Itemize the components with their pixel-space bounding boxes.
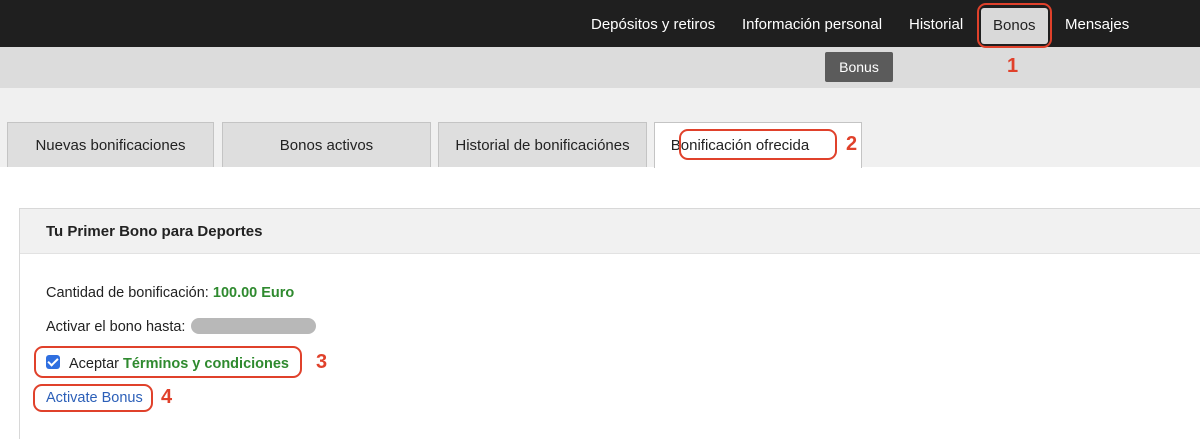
annotation-number-3: 3 bbox=[316, 351, 328, 373]
panel-title: Tu Primer Bono para Deportes bbox=[20, 209, 1200, 254]
terms-row: Aceptar Términos y condiciones bbox=[46, 355, 289, 372]
nav-mensajes[interactable]: Mensajes bbox=[1065, 0, 1129, 47]
annotation-number-2: 2 bbox=[846, 133, 858, 155]
bonus-subnav-button[interactable]: Bonus bbox=[825, 52, 893, 82]
annotation-number-4: 4 bbox=[161, 386, 173, 408]
redacted-date bbox=[191, 318, 317, 334]
bonus-amount-value: 100.00 Euro bbox=[212, 285, 295, 301]
accept-label: Aceptar bbox=[69, 356, 119, 372]
tab-bonos-activos[interactable]: Bonos activos bbox=[222, 122, 431, 167]
nav-historial[interactable]: Historial bbox=[909, 0, 963, 47]
top-navigation: Depósitos y retiros Información personal… bbox=[0, 0, 1200, 47]
terms-checkbox[interactable] bbox=[46, 355, 60, 369]
activate-bonus-link[interactable]: Activate Bonus bbox=[46, 390, 143, 406]
annotation-number-1: 1 bbox=[1007, 55, 1019, 77]
nav-depositos-retiros[interactable]: Depósitos y retiros bbox=[591, 0, 715, 47]
activate-until-row: Activar el bono hasta: bbox=[46, 318, 317, 335]
activate-until-label: Activar el bono hasta: bbox=[46, 319, 186, 335]
activate-row: Activate Bonus bbox=[46, 390, 143, 406]
bonus-amount-row: Cantidad de bonificación: 100.00 Euro bbox=[46, 285, 294, 301]
terms-link[interactable]: Términos y condiciones bbox=[123, 356, 289, 372]
nav-informacion-personal[interactable]: Información personal bbox=[742, 0, 882, 47]
nav-bonos[interactable]: Bonos bbox=[981, 8, 1048, 44]
tab-bonificacion-ofrecida-label: Bonificación ofrecida bbox=[670, 137, 810, 154]
tab-historial-bonificaciones[interactable]: Historial de bonificaciónes bbox=[438, 122, 647, 167]
sub-navigation: Bonus bbox=[0, 47, 1200, 88]
tab-bonificacion-ofrecida[interactable]: Bonificación ofrecida bbox=[654, 122, 862, 168]
bonus-amount-label: Cantidad de bonificación: bbox=[46, 285, 209, 301]
tab-nuevas-bonificaciones[interactable]: Nuevas bonificaciones bbox=[7, 122, 214, 167]
